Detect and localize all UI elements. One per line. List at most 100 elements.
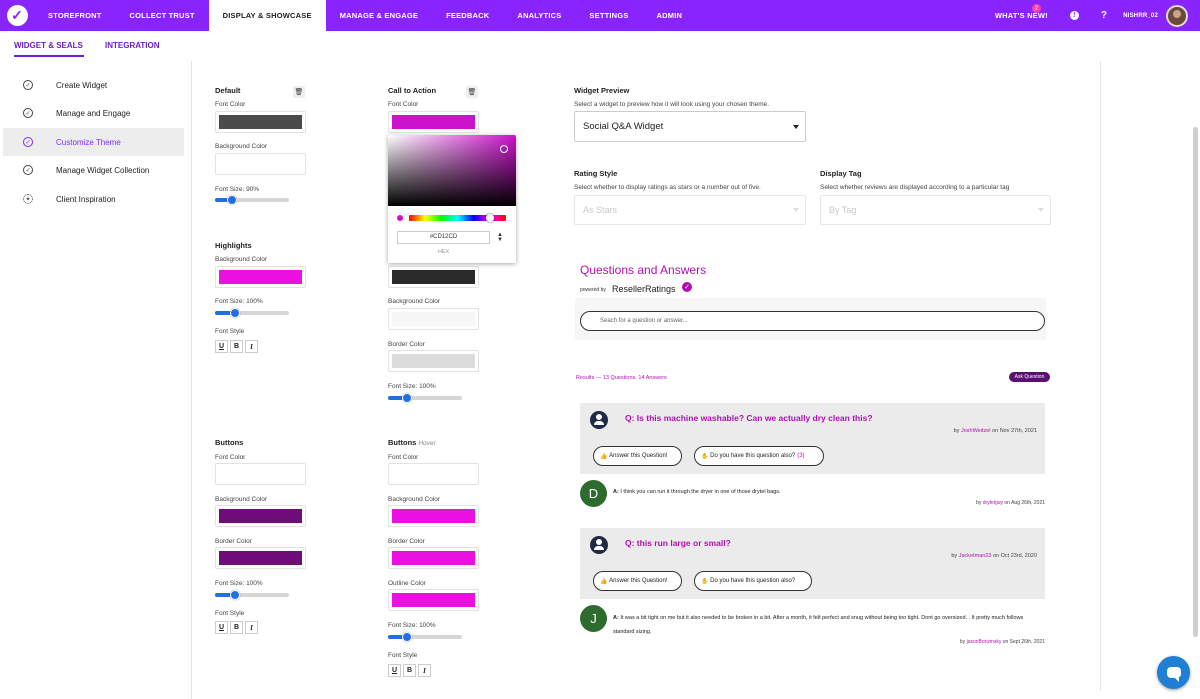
verified-check-icon: ✓ <box>682 282 692 292</box>
rating-style-select[interactable]: As Stars <box>574 195 806 225</box>
underline-button[interactable]: U <box>388 664 401 677</box>
answer-question-button[interactable]: 👍 Answer this Question! <box>593 446 682 466</box>
format-toggle-icon[interactable]: ▲ ▼ <box>497 232 503 243</box>
chevron-down-icon <box>793 208 799 212</box>
hover-font-size-slider[interactable] <box>388 632 462 642</box>
nav-collect-trust[interactable]: COLLECT TRUST <box>116 0 209 31</box>
qa-search-input[interactable]: Seach for a question or answer... <box>580 311 1045 331</box>
tab-widget-seals[interactable]: WIDGET & SEALS <box>14 41 84 57</box>
whats-new-label[interactable]: WHAT'S NEW! <box>983 0 1060 31</box>
rating-style-title: Rating Style <box>574 169 618 178</box>
bold-button[interactable]: B <box>230 340 243 353</box>
nav-storefront[interactable]: STOREFRONT <box>34 0 116 31</box>
sidebar-item-manage-engage[interactable]: ✓ Manage and Engage <box>3 99 184 127</box>
color-picker[interactable]: #CD12CD ▲ ▼ HEX <box>388 135 516 263</box>
have-question-button[interactable]: ✋ Do you have this question also? <box>694 571 812 591</box>
whats-new[interactable]: WHAT'S NEW! 2 <box>983 0 1060 31</box>
sidebar-item-label: Client Inspiration <box>56 194 116 204</box>
hover-font-color-swatch[interactable] <box>388 463 479 485</box>
display-tag-value: By Tag <box>829 205 857 215</box>
sidebar-item-create-widget[interactable]: ✓ Create Widget <box>3 71 184 99</box>
hover-outline-swatch[interactable] <box>388 589 479 611</box>
check-circle-icon: ✓ <box>23 165 33 175</box>
buttons-font-color-swatch[interactable] <box>215 463 306 485</box>
underline-button[interactable]: U <box>215 340 228 353</box>
sidebar-item-client-inspiration[interactable]: ✦ Client Inspiration <box>3 185 184 213</box>
by-label: by <box>959 639 966 645</box>
cta-font-color-swatch[interactable] <box>388 111 479 133</box>
info-button[interactable]: ! <box>1060 0 1089 31</box>
brand-logo[interactable]: ✓ <box>0 0 34 31</box>
slider-knob[interactable] <box>230 308 240 318</box>
saturation-area[interactable] <box>388 135 516 206</box>
bold-button[interactable]: B <box>403 664 416 677</box>
cta-dark-swatch[interactable] <box>388 266 479 288</box>
hover-font-color-label: Font Color <box>388 454 419 461</box>
results-summary: Results — 13 Questions, 14 Answers <box>576 375 667 381</box>
nav-feedback[interactable]: FEEDBACK <box>432 0 503 31</box>
tab-integration[interactable]: INTEGRATION <box>105 41 160 50</box>
answer-prefix: A: <box>613 489 619 495</box>
buttons-border-swatch[interactable] <box>215 547 306 569</box>
italic-button[interactable]: I <box>245 621 258 634</box>
slider-knob[interactable] <box>402 632 412 642</box>
highlights-bg-swatch[interactable] <box>215 266 306 288</box>
cta-border-swatch[interactable] <box>388 350 479 372</box>
italic-button[interactable]: I <box>245 340 258 353</box>
hover-bg-swatch[interactable] <box>388 505 479 527</box>
bold-button[interactable]: B <box>230 621 243 634</box>
question-text[interactable]: Q: this run large or small? <box>625 538 731 548</box>
question-user[interactable]: Jacketman23 <box>959 553 992 559</box>
buttons-bg-swatch[interactable] <box>215 505 306 527</box>
nav-analytics[interactable]: ANALYTICS <box>503 0 575 31</box>
username[interactable]: NISHRR_02 <box>1119 0 1162 31</box>
question-user[interactable]: JoshWeitzel <box>961 428 991 434</box>
slider-knob[interactable] <box>402 393 412 403</box>
sidebar-item-customize-theme[interactable]: ✓ Customize Theme <box>3 128 184 156</box>
buttons-font-style-label: Font Style <box>215 610 245 617</box>
default-font-size-slider[interactable] <box>215 195 289 205</box>
cta-bg-label: Background Color <box>388 298 441 305</box>
answer-question-button[interactable]: 👍 Answer this Question! <box>593 571 682 591</box>
saturation-handle[interactable] <box>500 145 508 153</box>
answer-user[interactable]: drytelguy <box>983 500 1003 506</box>
highlights-font-size-slider[interactable] <box>215 308 289 318</box>
default-bg-color-swatch[interactable] <box>215 153 306 175</box>
help-icon[interactable]: ? <box>1089 0 1119 31</box>
slider-knob[interactable] <box>230 590 240 600</box>
swatch-fill <box>219 115 302 129</box>
cta-bg-swatch[interactable] <box>388 308 479 330</box>
buttons-bg-label: Background Color <box>215 496 268 503</box>
display-tag-select[interactable]: By Tag <box>820 195 1051 225</box>
underline-button[interactable]: U <box>215 621 228 634</box>
avatar[interactable] <box>1166 4 1188 27</box>
answer-user[interactable]: jasonBorizinsky <box>967 639 1002 645</box>
hex-input[interactable]: #CD12CD <box>397 231 490 244</box>
hue-handle[interactable] <box>486 214 494 222</box>
ask-question-button[interactable]: Ask Question <box>1009 372 1050 382</box>
hover-heading: Buttons Hover <box>388 438 436 447</box>
cta-font-size-slider[interactable] <box>388 393 462 403</box>
hover-font-style-label: Font Style <box>388 652 418 659</box>
nav-settings[interactable]: SETTINGS <box>575 0 642 31</box>
nav-display-showcase[interactable]: DISPLAY & SHOWCASE <box>208 0 326 31</box>
buttons-font-size-slider[interactable] <box>215 590 289 600</box>
slider-knob[interactable] <box>227 195 237 205</box>
answer-text: A: I think you can run it through the dr… <box>613 485 1043 499</box>
trash-icon[interactable]: 🗑 <box>293 86 305 98</box>
nav-admin[interactable]: ADMIN <box>643 0 697 31</box>
have-question-button[interactable]: ✋ Do you have this question also? (3) <box>694 446 824 466</box>
chat-button[interactable] <box>1157 656 1190 689</box>
hover-sublabel: Hover <box>418 440 436 447</box>
sidebar-item-label: Manage Widget Collection <box>56 165 150 175</box>
default-font-color-swatch[interactable] <box>215 111 306 133</box>
nav-manage-engage[interactable]: MANAGE & ENGAGE <box>326 0 432 31</box>
trash-icon[interactable]: 🗑 <box>466 86 478 98</box>
hover-border-swatch[interactable] <box>388 547 479 569</box>
question-text[interactable]: Q: Is this machine washable? Can we actu… <box>625 413 873 423</box>
scrollbar[interactable] <box>1193 127 1198 637</box>
sidebar-item-label: Create Widget <box>56 80 108 90</box>
italic-button[interactable]: I <box>418 664 431 677</box>
sidebar-item-widget-collection[interactable]: ✓ Manage Widget Collection <box>3 156 184 184</box>
widget-select[interactable]: Social Q&A Widget <box>574 111 806 142</box>
